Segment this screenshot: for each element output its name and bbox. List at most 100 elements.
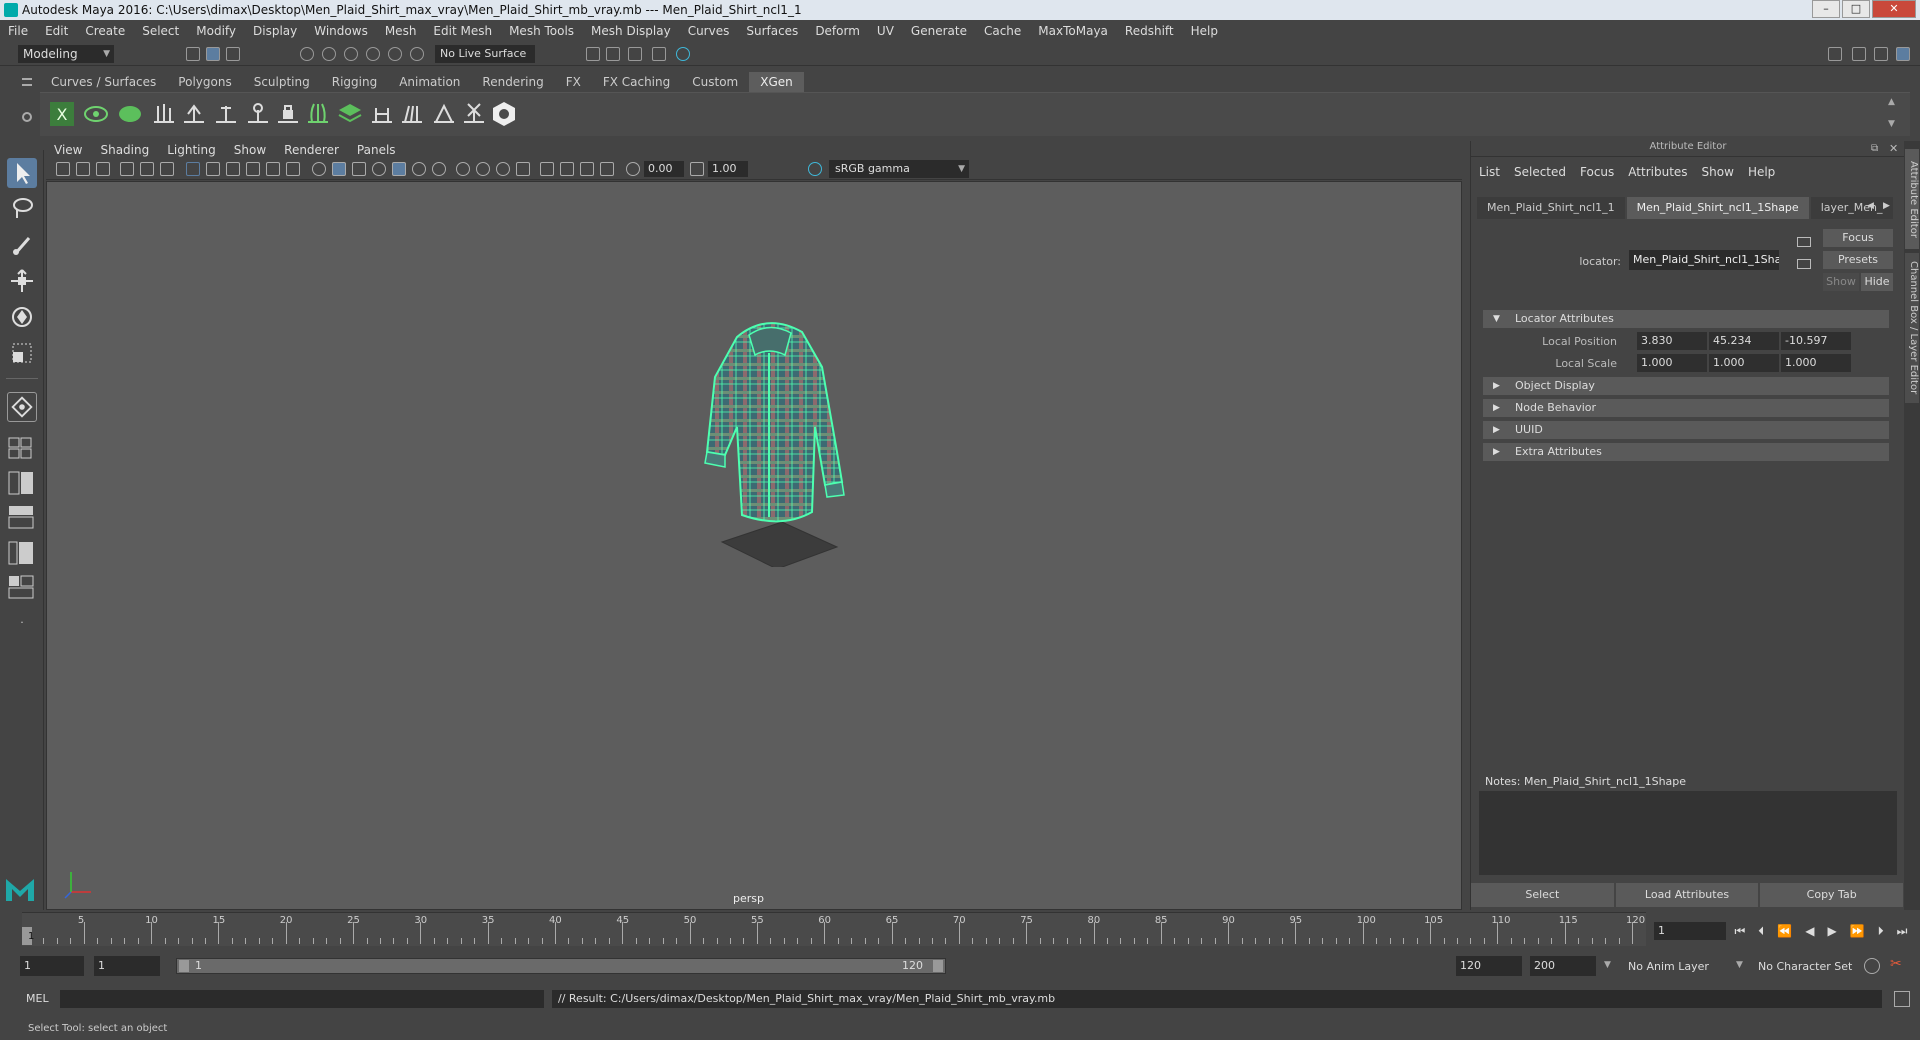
hide-button[interactable]: Hide [1861, 273, 1893, 291]
xgen-add-guide-icon[interactable] [150, 100, 178, 128]
gate-mask-icon[interactable] [246, 162, 260, 176]
local-scale-x-field[interactable]: 1.000 [1637, 354, 1707, 372]
exposure-field[interactable]: 0.00 [644, 161, 684, 177]
tab-fx[interactable]: FX [554, 72, 592, 92]
menu-set-dropdown[interactable]: Modeling ▼ [18, 45, 114, 63]
menu-create[interactable]: Create [85, 24, 125, 38]
select-tool[interactable] [7, 158, 37, 188]
panel-menu-panels[interactable]: Panels [357, 143, 396, 157]
ipr-render-icon[interactable] [628, 47, 642, 61]
tab-rigging[interactable]: Rigging [320, 72, 389, 92]
screen-space-ao-icon[interactable] [456, 162, 470, 176]
menu-mesh-display[interactable]: Mesh Display [591, 24, 671, 38]
menu-mesh[interactable]: Mesh [385, 24, 417, 38]
menu-edit[interactable]: Edit [45, 24, 68, 38]
range-bar[interactable]: 1 120 [176, 958, 946, 974]
playback-start-field[interactable]: 1 [94, 956, 160, 976]
select-button[interactable]: Select [1471, 883, 1614, 907]
go-to-input-icon[interactable] [1797, 237, 1811, 247]
notes-textarea[interactable] [1479, 791, 1897, 875]
modeling-toolkit-icon[interactable] [1828, 47, 1842, 61]
layout-outliner[interactable] [7, 504, 37, 530]
go-to-output-icon[interactable] [1797, 259, 1811, 269]
menu-modify[interactable]: Modify [196, 24, 236, 38]
command-input[interactable] [60, 990, 544, 1008]
panel-menu-renderer[interactable]: Renderer [284, 143, 339, 157]
menu-help[interactable]: Help [1191, 24, 1218, 38]
auto-key-icon[interactable] [1864, 958, 1880, 974]
attribute-editor-toggle-icon[interactable] [1852, 47, 1866, 61]
xgen-editor-icon[interactable]: X [48, 100, 76, 128]
xgen-cut-icon[interactable] [460, 100, 488, 128]
chevron-down-icon[interactable]: ▼ [1736, 960, 1743, 970]
tab-curves-surfaces[interactable]: Curves / Surfaces [40, 72, 168, 92]
bookmark-icon[interactable] [96, 162, 110, 176]
move-tool[interactable] [7, 266, 37, 296]
2d-pan-zoom-icon[interactable] [140, 162, 154, 176]
ae-tab-shape[interactable]: Men_Plaid_Shirt_ncl1_1Shape [1626, 197, 1809, 219]
menu-file[interactable]: File [8, 24, 28, 38]
smooth-shade-icon[interactable] [332, 162, 346, 176]
animation-start-field[interactable]: 1 [20, 956, 84, 976]
menu-cache[interactable]: Cache [984, 24, 1021, 38]
shadows-icon[interactable] [432, 162, 446, 176]
section-extra-attributes[interactable]: ▶ Extra Attributes [1483, 443, 1889, 461]
tab-animation[interactable]: Animation [388, 72, 472, 92]
copy-tab-button[interactable]: Copy Tab [1760, 883, 1904, 907]
local-position-y-field[interactable]: 45.234 [1709, 332, 1779, 350]
locator-name-field[interactable]: Men_Plaid_Shirt_ncl1_1Shape [1629, 250, 1779, 270]
render-view-icon[interactable] [586, 47, 600, 61]
float-panel-icon[interactable]: ⧉ [1871, 143, 1878, 154]
tab-fx-caching[interactable]: FX Caching [591, 72, 682, 92]
menu-surfaces[interactable]: Surfaces [746, 24, 798, 38]
menu-curves[interactable]: Curves [688, 24, 730, 38]
presets-button[interactable]: Presets [1823, 251, 1893, 269]
go-to-start-icon[interactable]: ⏮ [1734, 922, 1745, 940]
panel-menu-shading[interactable]: Shading [100, 143, 149, 157]
tab-scroll-right-icon[interactable]: ▶ [1883, 201, 1890, 211]
select-hierarchy-icon[interactable] [186, 47, 200, 61]
section-uuid[interactable]: ▶ UUID [1483, 421, 1889, 439]
maximize-button[interactable]: □ [1842, 0, 1870, 18]
default-material-icon[interactable] [352, 162, 366, 176]
use-all-lights-icon[interactable] [412, 162, 426, 176]
menu-display[interactable]: Display [253, 24, 297, 38]
range-end-handle[interactable] [933, 960, 943, 972]
side-tab-channel-box[interactable]: Channel Box / Layer Editor [1905, 253, 1919, 403]
current-frame-field[interactable]: 1 [1654, 922, 1726, 940]
local-scale-z-field[interactable]: 1.000 [1781, 354, 1851, 372]
camera-attributes-icon[interactable] [76, 162, 90, 176]
scale-tool[interactable] [7, 338, 37, 368]
multisample-aa-icon[interactable] [496, 162, 510, 176]
script-language-toggle[interactable]: MEL [26, 992, 49, 1005]
live-surface-field[interactable]: No Live Surface [435, 45, 535, 63]
select-object-icon[interactable] [206, 47, 220, 61]
snap-point-icon[interactable] [344, 47, 358, 61]
step-forward-frame-icon[interactable]: ⏵ [1878, 922, 1884, 940]
safe-action-icon[interactable] [286, 162, 300, 176]
menu-windows[interactable]: Windows [314, 24, 368, 38]
step-back-frame-icon[interactable]: ⏴ [1758, 922, 1764, 940]
shelf-menu-icon[interactable] [22, 78, 32, 86]
ae-tab-layer[interactable]: layer_Men_ [1810, 197, 1893, 219]
snap-view-icon[interactable] [366, 47, 380, 61]
menu-uv[interactable]: UV [877, 24, 894, 38]
xgen-clump-icon[interactable] [430, 100, 458, 128]
local-position-x-field[interactable]: 3.830 [1637, 332, 1707, 350]
section-locator-attributes[interactable]: ▼ Locator Attributes [1483, 310, 1889, 328]
close-button[interactable]: ✕ [1872, 0, 1916, 18]
colorspace-dropdown[interactable]: sRGB gamma ▼ [829, 160, 969, 178]
film-gate-icon[interactable] [206, 162, 220, 176]
snap-curve-icon[interactable] [322, 47, 336, 61]
xray-components-icon[interactable] [600, 162, 614, 176]
xgen-layers-icon[interactable] [336, 100, 364, 128]
layout-two-view[interactable] [7, 470, 37, 496]
snap-live-icon[interactable] [388, 47, 402, 61]
gamma-icon[interactable] [690, 162, 704, 176]
range-start-handle[interactable] [179, 960, 189, 972]
play-backward-icon[interactable]: ◀ [1805, 922, 1814, 940]
xgen-place-guide-icon[interactable] [180, 100, 208, 128]
panel-menu-view[interactable]: View [54, 143, 82, 157]
gamma-field[interactable]: 1.00 [708, 161, 748, 177]
xgen-guides-to-curves-icon[interactable] [304, 100, 332, 128]
